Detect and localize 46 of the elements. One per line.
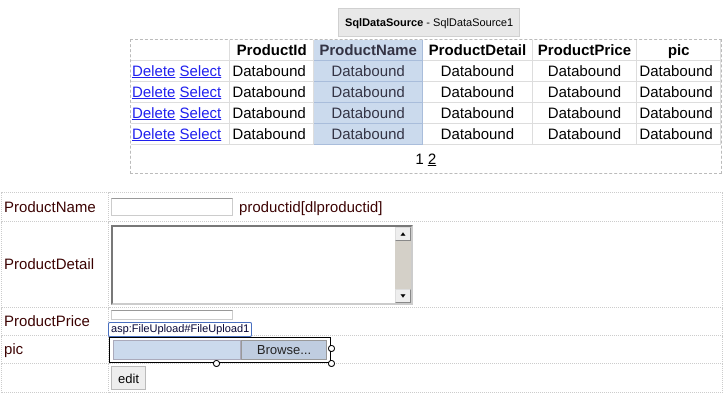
current-page: 1 <box>415 150 424 168</box>
table-cell: Databound <box>422 82 532 102</box>
binding-text: productid[dlproductid] <box>239 199 382 216</box>
table-cell: Databound <box>313 82 423 102</box>
table-cell: Databound <box>532 124 637 144</box>
resize-handle[interactable] <box>328 344 335 352</box>
page-link[interactable]: 2 <box>428 150 436 168</box>
table-cell: Databound <box>422 124 532 144</box>
field-label: ProductPrice <box>4 313 90 330</box>
table-cell: Databound <box>313 102 423 124</box>
table-cell: Databound <box>532 102 637 124</box>
column-header: ProductDetail <box>422 40 532 60</box>
edit-button[interactable]: edit <box>111 366 146 390</box>
file-upload-control[interactable]: Browse... <box>109 336 331 362</box>
datasource-tag: SqlDataSource - SqlDataSource1 <box>338 8 520 37</box>
scroll-down-icon[interactable] <box>395 288 411 302</box>
input-field[interactable] <box>111 310 233 320</box>
text-area[interactable] <box>111 224 413 304</box>
field-label: ProductName <box>4 198 96 216</box>
column-header: ProductName <box>313 40 423 60</box>
control-tag: asp:FileUpload#FileUpload1 <box>108 322 252 336</box>
column-header: ProductId <box>230 40 314 60</box>
table-cell: Databound <box>230 124 314 144</box>
table-cell: Databound <box>636 82 720 102</box>
scroll-up-icon[interactable] <box>395 226 411 240</box>
table-cell: Databound <box>230 60 314 82</box>
table-cell: Databound <box>230 102 314 124</box>
browse-button[interactable]: Browse... <box>241 340 327 360</box>
table-cell: Databound <box>636 60 720 82</box>
scrollbar[interactable] <box>395 226 411 302</box>
table-cell: Databound <box>230 82 314 102</box>
column-header: ProductPrice <box>532 40 637 60</box>
column-header: pic <box>636 40 720 60</box>
table-cell: Databound <box>422 60 532 82</box>
input-field[interactable] <box>111 198 233 216</box>
file-path-field[interactable] <box>113 340 241 360</box>
table-cell: Databound <box>532 82 637 102</box>
table-cell: Databound <box>636 102 720 124</box>
table-cell: Databound <box>422 102 532 124</box>
resize-handle[interactable] <box>328 360 335 366</box>
table-cell: Databound <box>532 60 637 82</box>
table-cell: Databound <box>636 124 720 144</box>
table-cell: Databound <box>313 60 423 82</box>
field-label: ProductDetail <box>4 256 94 273</box>
table-cell: Databound <box>313 124 423 144</box>
field-label: pic <box>4 341 24 358</box>
